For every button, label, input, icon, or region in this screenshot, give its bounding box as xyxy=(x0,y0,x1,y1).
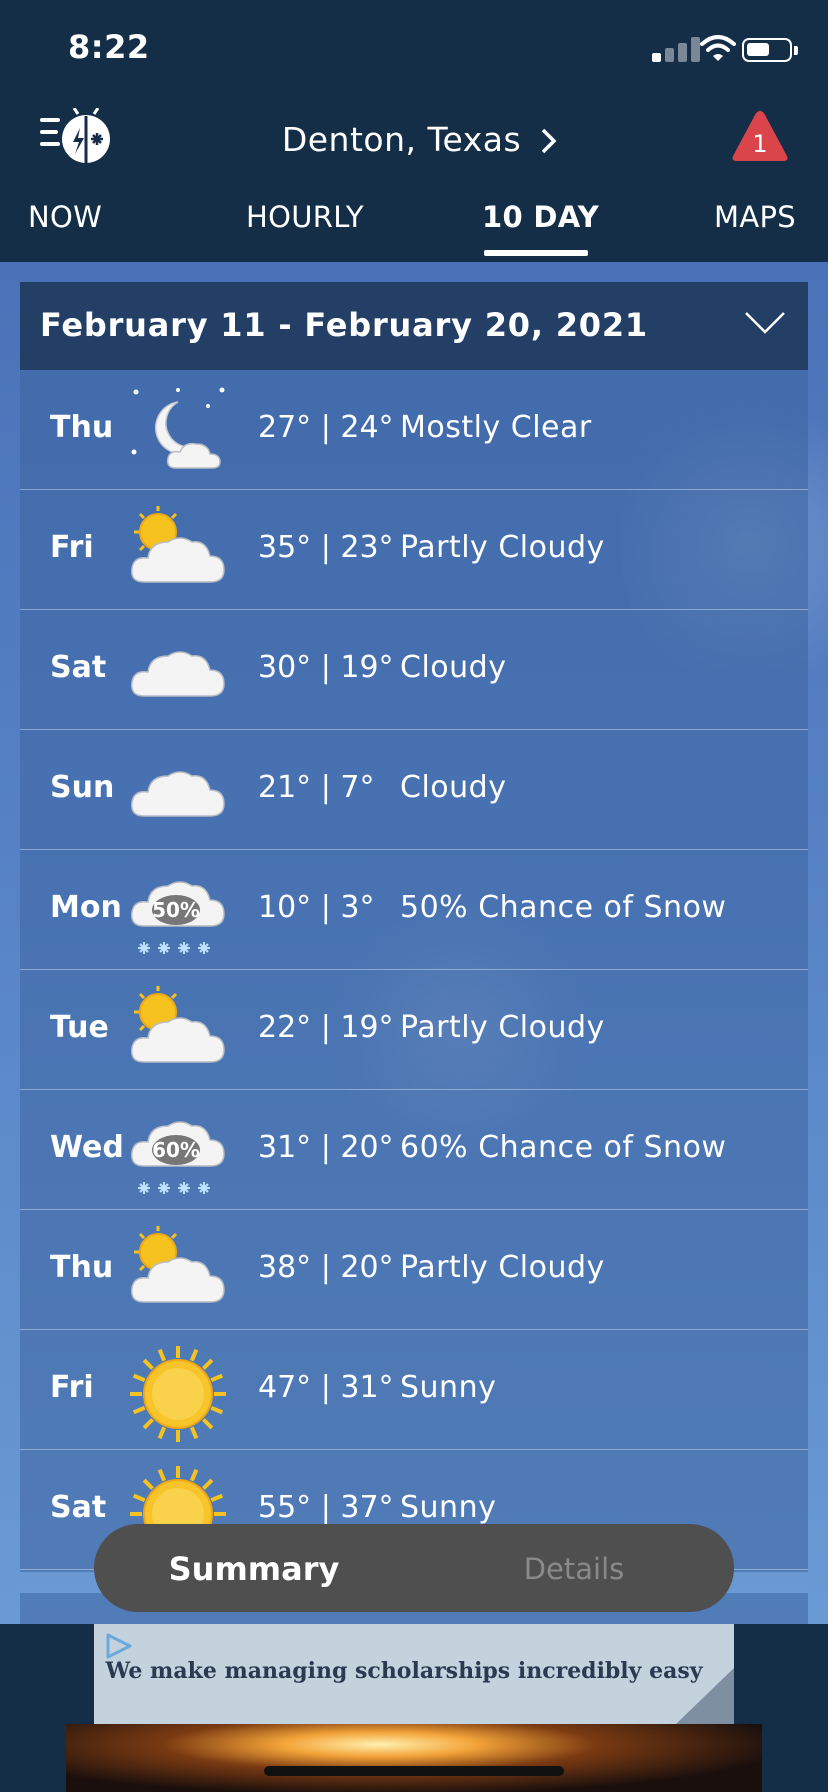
tab-bar: NOW HOURLY 10 DAY MAPS xyxy=(0,196,828,262)
forecast-row[interactable]: Fri 47° | 31° Sunny xyxy=(20,1330,808,1450)
day-label: Thu xyxy=(50,410,114,445)
alert-count: 1 xyxy=(752,130,768,158)
snow-cloud-icon: 60% xyxy=(131,1121,225,1194)
cloud-icon xyxy=(131,651,225,697)
battery-tip xyxy=(794,46,798,55)
temperature-range: 22° | 19° xyxy=(258,1010,394,1045)
cloud-icon xyxy=(131,771,225,817)
tab-maps[interactable]: MAPS xyxy=(714,200,796,234)
condition-text: Partly Cloudy xyxy=(400,530,605,565)
status-time: 8:22 xyxy=(68,28,150,66)
day-label: Mon xyxy=(50,890,122,925)
ten-day-card: February 11 - February 20, 2021 Thu 27° |… xyxy=(20,282,808,1572)
condition-text: Sunny xyxy=(400,1490,497,1525)
adchoices-icon[interactable] xyxy=(104,1632,134,1660)
ad-corner xyxy=(676,1668,734,1724)
status-bar: 8:22 xyxy=(0,0,828,96)
forecast-area[interactable]: February 11 - February 20, 2021 Thu 27° |… xyxy=(0,262,828,1624)
weather-alert-button[interactable]: 1 xyxy=(730,108,790,164)
temperature-range: 55° | 37° xyxy=(258,1490,394,1525)
condition-text: 50% Chance of Snow xyxy=(400,890,727,925)
day-label: Sun xyxy=(50,770,115,805)
summary-details-toggle: Summary Details xyxy=(94,1524,734,1612)
day-label: Wed xyxy=(50,1130,124,1165)
snow-cloud-icon: 50% xyxy=(131,881,225,954)
day-label: Fri xyxy=(50,530,94,565)
day-label: Tue xyxy=(50,1010,109,1045)
day-label: Sat xyxy=(50,1490,107,1525)
forecast-row[interactable]: Wed 60% 31° | 20° 60% Chance of Snow xyxy=(20,1090,808,1210)
ad-text: We make managing scholarships incredibly… xyxy=(105,1658,703,1684)
location-name: Denton, Texas xyxy=(281,120,522,159)
precip-chance-label: 60% xyxy=(152,1138,200,1162)
partly-cloudy-icon xyxy=(131,1226,225,1303)
temperature-range: 35° | 23° xyxy=(258,530,394,565)
temperature-range: 27° | 24° xyxy=(258,410,394,445)
condition-text: Partly Cloudy xyxy=(400,1010,605,1045)
chevron-down-icon[interactable] xyxy=(744,310,786,336)
moon-cloud-icon xyxy=(131,387,225,469)
battery-icon xyxy=(742,38,792,62)
details-tab[interactable]: Details xyxy=(414,1552,734,1586)
cellular-signal-icon xyxy=(652,36,704,62)
partly-cloudy-icon xyxy=(131,506,225,583)
temperature-range: 10° | 3° xyxy=(258,890,375,925)
tab-now[interactable]: NOW xyxy=(28,200,102,234)
sun-icon xyxy=(130,1346,226,1442)
temperature-range: 38° | 20° xyxy=(258,1250,394,1285)
home-indicator xyxy=(264,1766,564,1776)
forecast-row[interactable]: Thu 38° | 20° Partly Cloudy xyxy=(20,1210,808,1330)
location-selector[interactable]: Denton, Texas xyxy=(200,120,640,159)
forecast-row[interactable]: Thu 27° | 24° Mostly Clear xyxy=(20,370,808,490)
chevron-right-icon xyxy=(541,128,557,154)
tab-10-day[interactable]: 10 DAY xyxy=(482,200,599,234)
forecast-row[interactable]: Sat 30° | 19° Cloudy xyxy=(20,610,808,730)
app-header: Denton, Texas 1 NOW HOURLY 10 DAY MAPS xyxy=(0,96,828,262)
forecast-row[interactable]: Tue 22° | 19° Partly Cloudy xyxy=(20,970,808,1090)
ad-image[interactable] xyxy=(66,1724,762,1792)
temperature-range: 30° | 19° xyxy=(258,650,394,685)
summary-tab[interactable]: Summary xyxy=(94,1550,414,1588)
forecast-row[interactable]: Sun 21° | 7° Cloudy xyxy=(20,730,808,850)
condition-text: Cloudy xyxy=(400,650,507,685)
active-tab-indicator xyxy=(484,250,588,256)
ad-banner[interactable]: We make managing scholarships incredibly… xyxy=(94,1624,734,1724)
condition-text: Cloudy xyxy=(400,770,507,805)
condition-text: Partly Cloudy xyxy=(400,1250,605,1285)
menu-bug-logo-icon[interactable] xyxy=(38,108,116,166)
condition-text: Sunny xyxy=(400,1370,497,1405)
temperature-range: 31° | 20° xyxy=(258,1130,394,1165)
forecast-row[interactable]: Fri 35° | 23° Partly Cloudy xyxy=(20,490,808,610)
wifi-icon xyxy=(700,35,736,61)
date-range: February 11 - February 20, 2021 xyxy=(40,306,649,344)
partly-cloudy-icon xyxy=(131,986,225,1063)
precip-chance-label: 50% xyxy=(152,898,200,922)
day-label: Thu xyxy=(50,1250,114,1285)
forecast-row[interactable]: Mon 50% 10° | 3° 50% Chance of Snow xyxy=(20,850,808,970)
condition-text: Mostly Clear xyxy=(400,410,592,445)
temperature-range: 21° | 7° xyxy=(258,770,375,805)
day-label: Fri xyxy=(50,1370,94,1405)
temperature-range: 47° | 31° xyxy=(258,1370,394,1405)
day-label: Sat xyxy=(50,650,107,685)
forecast-list: Thu 27° | 24° Mostly Clear Fri 35° | 23° Part… xyxy=(20,370,808,1570)
tab-hourly[interactable]: HOURLY xyxy=(246,200,364,234)
date-range-header[interactable]: February 11 - February 20, 2021 xyxy=(20,282,808,370)
condition-text: 60% Chance of Snow xyxy=(400,1130,727,1165)
